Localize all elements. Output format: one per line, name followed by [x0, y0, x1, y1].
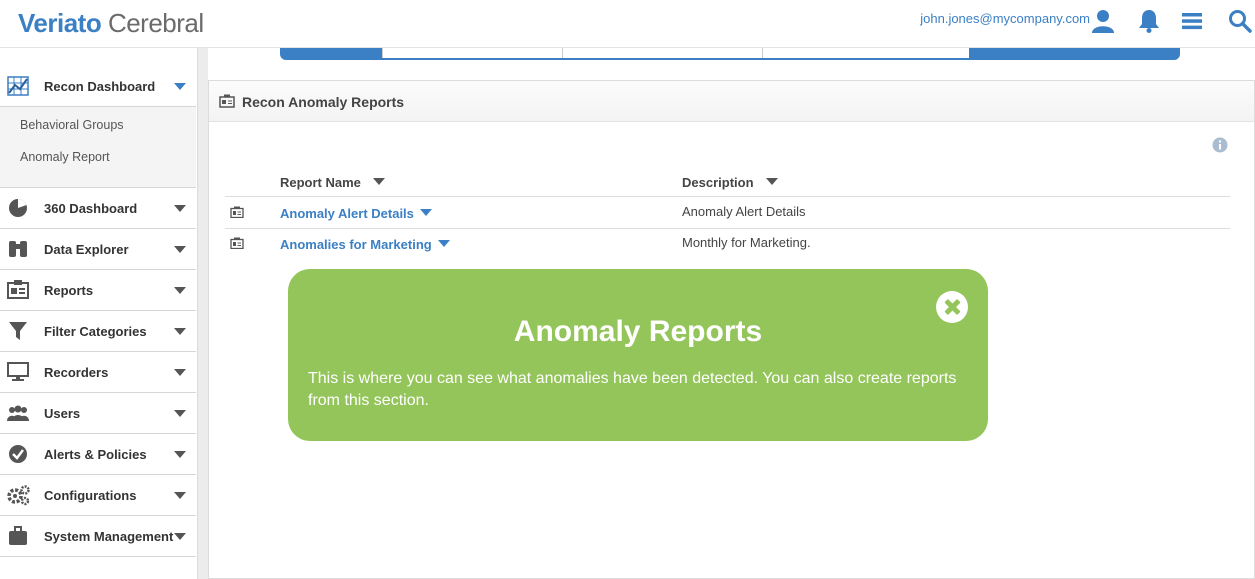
binoculars-icon	[6, 238, 30, 260]
sidebar: Recon Dashboard Behavioral Groups Anomal…	[0, 48, 198, 579]
sidebar-item-label: Filter Categories	[44, 323, 147, 339]
user-icon[interactable]	[1090, 8, 1116, 34]
logo-product: Cerebral	[101, 8, 204, 38]
bar-chart-icon	[6, 75, 30, 97]
sidebar-item-label: Recorders	[44, 364, 109, 380]
panel-header: Recon Anomaly Reports	[209, 81, 1254, 122]
chevron-down-icon[interactable]	[174, 205, 186, 212]
sidebar-item-recon-dashboard[interactable]: Recon Dashboard	[0, 66, 196, 107]
funnel-icon	[6, 320, 30, 342]
sidebar-item-recorders[interactable]: Recorders	[0, 352, 196, 393]
chevron-down-icon[interactable]	[174, 246, 186, 253]
submenu-anomaly-report[interactable]: Anomaly Report	[20, 150, 110, 164]
column-header-report-name[interactable]: Report Name	[280, 175, 385, 190]
top-header: Veriato Cerebral john.jones@mycompany.co…	[0, 0, 1255, 48]
column-header-label: Report Name	[280, 175, 361, 190]
chevron-down-icon[interactable]	[174, 83, 186, 90]
table-divider	[225, 196, 1230, 197]
report-card-icon	[219, 94, 235, 108]
report-card-icon	[230, 236, 244, 250]
sidebar-item-reports[interactable]: Reports	[0, 270, 196, 311]
bell-icon[interactable]	[1136, 8, 1162, 34]
report-link-anomalies-for-marketing[interactable]: Anomalies for Marketing	[280, 237, 450, 252]
sidebar-item-label: Configurations	[44, 487, 137, 503]
sidebar-item-configurations[interactable]: Configurations	[0, 475, 196, 516]
briefcase-icon	[6, 525, 30, 547]
report-name[interactable]: Anomalies for Marketing	[280, 237, 432, 252]
search-icon[interactable]	[1227, 8, 1253, 34]
sidebar-item-label: Reports	[44, 282, 94, 298]
chevron-down-icon[interactable]	[174, 328, 186, 335]
tab-segment[interactable]	[382, 48, 562, 58]
report-card-icon	[6, 279, 30, 301]
user-email-link[interactable]: john.jones@mycompany.com	[920, 11, 1090, 26]
sidebar-item-system-management[interactable]: System Management	[0, 516, 196, 557]
page-title: Recon Anomaly Reports	[242, 94, 405, 110]
report-description: Anomaly Alert Details	[682, 204, 806, 219]
chevron-down-icon[interactable]	[437, 240, 450, 247]
chevron-down-icon[interactable]	[174, 287, 186, 294]
app-logo[interactable]: Veriato Cerebral	[18, 8, 204, 39]
report-card-icon	[230, 205, 244, 219]
info-icon[interactable]	[1212, 137, 1228, 153]
recon-submenu: Behavioral Groups Anomaly Report	[0, 107, 196, 188]
chevron-down-icon[interactable]	[419, 209, 432, 216]
report-link-anomaly-alert-details[interactable]: Anomaly Alert Details	[280, 206, 432, 221]
sidebar-item-users[interactable]: Users	[0, 393, 196, 434]
chevron-down-icon[interactable]	[765, 178, 778, 185]
sidebar-item-label: Data Explorer	[44, 241, 129, 257]
sidebar-item-360-dashboard[interactable]: 360 Dashboard	[0, 188, 196, 229]
menu-icon[interactable]	[1179, 8, 1205, 34]
callout-title: Anomaly Reports	[513, 315, 763, 348]
sidebar-divider	[198, 48, 208, 579]
sidebar-item-label: Users	[44, 405, 81, 421]
callout-body: This is where you can see what anomalies…	[308, 370, 957, 409]
column-header-description[interactable]: Description	[682, 175, 778, 190]
sidebar-item-label: System Management	[44, 528, 174, 544]
sidebar-item-alerts-policies[interactable]: Alerts & Policies	[0, 434, 196, 475]
pie-chart-icon	[6, 197, 30, 219]
report-description: Monthly for Marketing.	[682, 235, 811, 250]
tab-segment[interactable]	[762, 48, 969, 58]
check-circle-icon	[6, 443, 30, 465]
sidebar-item-filter-categories[interactable]: Filter Categories	[0, 311, 196, 352]
gears-icon	[6, 484, 30, 506]
monitor-icon	[6, 361, 30, 383]
chevron-down-icon[interactable]	[174, 533, 186, 540]
chevron-down-icon[interactable]	[174, 492, 186, 499]
chevron-down-icon[interactable]	[174, 410, 186, 417]
sidebar-item-data-explorer[interactable]: Data Explorer	[0, 229, 196, 270]
sidebar-item-label: Alerts & Policies	[44, 446, 147, 462]
guide-callout: Anomaly Reports This is where you can se…	[288, 269, 988, 441]
users-icon	[6, 402, 30, 424]
sidebar-item-label: 360 Dashboard	[44, 200, 138, 216]
chevron-down-icon[interactable]	[174, 369, 186, 376]
sidebar-item-label: Recon Dashboard	[44, 78, 156, 94]
column-header-label: Description	[682, 175, 754, 190]
table-divider	[225, 228, 1230, 229]
top-tab-strip	[280, 48, 1180, 60]
tab-segment[interactable]	[562, 48, 762, 58]
chevron-down-icon[interactable]	[372, 178, 385, 185]
logo-brand: Veriato	[18, 8, 102, 38]
chevron-down-icon[interactable]	[174, 451, 186, 458]
submenu-behavioral-groups[interactable]: Behavioral Groups	[20, 118, 124, 132]
report-name[interactable]: Anomaly Alert Details	[280, 206, 414, 221]
